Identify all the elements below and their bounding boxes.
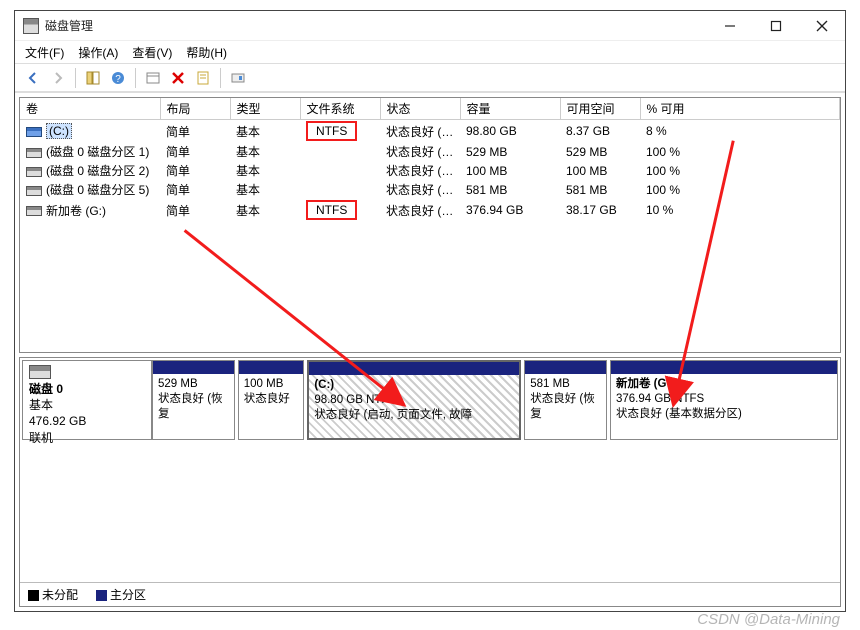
partition-title: 新加卷 (G:): [616, 377, 832, 392]
volume-name: (磁盘 0 磁盘分区 1): [46, 145, 149, 159]
delete-x-button[interactable]: [166, 66, 190, 90]
partition-stripe: [309, 362, 519, 375]
partition-size: 529 MB: [158, 377, 229, 392]
menu-action[interactable]: 操作(A): [78, 44, 118, 61]
partition-status: 状态良好 (恢复: [158, 392, 229, 422]
partition-size: 98.80 GB NTFS: [314, 393, 514, 408]
volume-name: (C:): [46, 123, 72, 139]
table-row[interactable]: (C:)简单基本NTFS状态良好 (…98.80 GB8.37 GB8 %: [20, 120, 840, 143]
volume-icon: [26, 186, 42, 196]
partition-stripe: [239, 361, 304, 374]
disk-title: 磁盘 0: [29, 382, 63, 396]
col-layout[interactable]: 布局: [160, 98, 230, 120]
volume-name: 新加卷 (G:): [46, 204, 106, 218]
volume-icon: [26, 127, 42, 137]
back-button[interactable]: [21, 66, 45, 90]
table-row[interactable]: (磁盘 0 磁盘分区 2)简单基本状态良好 (…100 MB100 MB100 …: [20, 161, 840, 180]
partition-block[interactable]: (C:)98.80 GB NTFS状态良好 (启动, 页面文件, 故障: [307, 360, 521, 440]
volume-name: (磁盘 0 磁盘分区 5): [46, 183, 149, 197]
app-icon: [23, 18, 39, 34]
partition-status: 状态良好 (启动, 页面文件, 故障: [314, 408, 514, 423]
disk-icon: [29, 365, 51, 379]
properties-button[interactable]: [191, 66, 215, 90]
show-hide-tree-button[interactable]: [81, 66, 105, 90]
settings-button[interactable]: [226, 66, 250, 90]
column-headers[interactable]: 卷 布局 类型 文件系统 状态 容量 可用空间 % 可用: [20, 98, 840, 120]
volume-icon: [26, 167, 42, 177]
partition-status: 状态良好: [244, 392, 299, 407]
col-capacity[interactable]: 容量: [460, 98, 560, 120]
minimize-button[interactable]: [707, 11, 753, 40]
col-pctfree[interactable]: % 可用: [640, 98, 840, 120]
forward-button[interactable]: [46, 66, 70, 90]
partition-block[interactable]: 581 MB状态良好 (恢复: [524, 360, 607, 440]
toolbar: ?: [15, 63, 845, 93]
table-row[interactable]: 新加卷 (G:)简单基本NTFS状态良好 (…376.94 GB38.17 GB…: [20, 199, 840, 221]
filesystem-highlight: NTFS: [306, 121, 357, 141]
help-button[interactable]: ?: [106, 66, 130, 90]
partition-stripe: [153, 361, 234, 374]
col-free[interactable]: 可用空间: [560, 98, 640, 120]
refresh-button[interactable]: [141, 66, 165, 90]
disk-management-window: 磁盘管理 文件(F) 操作(A) 查看(V) 帮助(H): [14, 10, 846, 612]
partition-size: 376.94 GB NTFS: [616, 392, 832, 407]
volume-name: (磁盘 0 磁盘分区 2): [46, 164, 149, 178]
legend-primary: 主分区: [96, 586, 146, 603]
partition-title: (C:): [314, 378, 514, 393]
disk-state: 联机: [29, 431, 53, 445]
partition-status: 状态良好 (恢复: [530, 392, 601, 422]
titlebar: 磁盘管理: [15, 11, 845, 41]
disk-size: 476.92 GB: [29, 414, 86, 428]
partition-stripe: [525, 361, 606, 374]
menu-view[interactable]: 查看(V): [132, 44, 172, 61]
partition-size: 581 MB: [530, 377, 601, 392]
col-status[interactable]: 状态: [380, 98, 460, 120]
col-filesystem[interactable]: 文件系统: [300, 98, 380, 120]
partition-status: 状态良好 (基本数据分区): [616, 407, 832, 422]
svg-text:?: ?: [115, 74, 121, 85]
menubar: 文件(F) 操作(A) 查看(V) 帮助(H): [15, 41, 845, 63]
menu-help[interactable]: 帮助(H): [186, 44, 227, 61]
disk-row: 磁盘 0 基本 476.92 GB 联机 529 MB状态良好 (恢复100 M…: [22, 360, 838, 440]
table-row[interactable]: (磁盘 0 磁盘分区 5)简单基本状态良好 (…581 MB581 MB100 …: [20, 180, 840, 199]
partition-block[interactable]: 100 MB状态良好: [238, 360, 305, 440]
volume-icon: [26, 206, 42, 216]
volume-icon: [26, 148, 42, 158]
partition-block[interactable]: 新加卷 (G:)376.94 GB NTFS状态良好 (基本数据分区): [610, 360, 838, 440]
disk-graphical-view: 磁盘 0 基本 476.92 GB 联机 529 MB状态良好 (恢复100 M…: [19, 357, 841, 607]
close-button[interactable]: [799, 11, 845, 40]
menu-file[interactable]: 文件(F): [25, 44, 64, 61]
disk-type: 基本: [29, 398, 53, 412]
partition-stripe: [611, 361, 837, 374]
maximize-button[interactable]: [753, 11, 799, 40]
table-row[interactable]: (磁盘 0 磁盘分区 1)简单基本状态良好 (…529 MB529 MB100 …: [20, 142, 840, 161]
filesystem-highlight: NTFS: [306, 200, 357, 220]
partition-block[interactable]: 529 MB状态良好 (恢复: [152, 360, 235, 440]
volume-list[interactable]: 卷 布局 类型 文件系统 状态 容量 可用空间 % 可用 (C:)简单基本NTF…: [19, 97, 841, 353]
legend: 未分配 主分区: [20, 582, 840, 606]
disk-label-panel[interactable]: 磁盘 0 基本 476.92 GB 联机: [22, 360, 152, 440]
col-volume[interactable]: 卷: [20, 98, 160, 120]
legend-unallocated: 未分配: [28, 586, 78, 603]
watermark: CSDN @Data-Mining: [697, 611, 840, 628]
window-title: 磁盘管理: [45, 17, 707, 34]
partition-size: 100 MB: [244, 377, 299, 392]
col-type[interactable]: 类型: [230, 98, 300, 120]
